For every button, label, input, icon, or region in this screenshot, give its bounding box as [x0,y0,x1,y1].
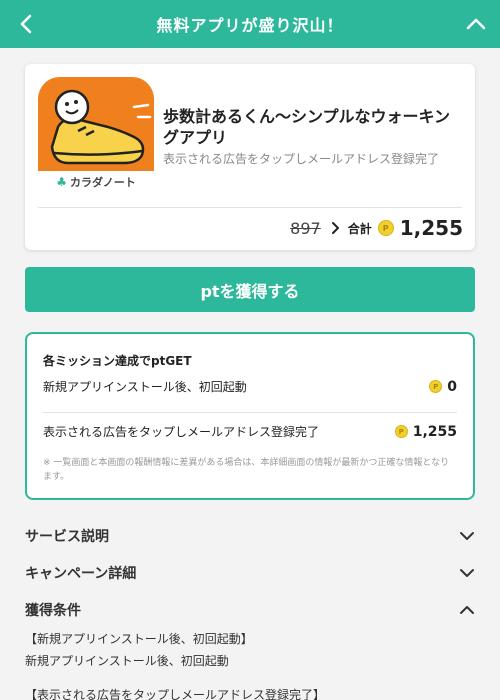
total-points: 1,255 [399,216,463,240]
old-points: 897 [290,218,321,238]
missions-note: ※ 一覧画面と本画面の報酬情報に差異がある場合は、本詳細画面の情報が最新かつ正確… [43,458,450,482]
app-icon[interactable]: ♣ カラダノート [38,77,154,193]
get-points-button[interactable]: ptを獲得する [25,267,475,312]
page-title: 無料アプリが盛り沢山！ [156,16,344,35]
section-service[interactable]: サービス説明 [25,524,475,548]
chevron-down-icon [460,569,474,577]
mission-row: 表示される広告をタップしメールアドレス登録完了 P 1,255 [43,423,457,440]
app-name: 歩数計あるくん〜シンプルなウォーキングアプリ [163,107,451,147]
chevron-up-icon [466,18,486,30]
mission-points-value: 0 [447,378,457,395]
mission-label: 新規アプリインストール後、初回起動 [43,380,247,394]
condition-heading: 【表示される広告をタップしメールアドレス登録完了】 [25,688,326,700]
section-label: 獲得条件 [25,603,81,619]
chevron-up-icon [460,606,474,614]
get-points-label: ptを獲得する [200,281,300,301]
brand-logo: ♣ カラダノート [38,171,154,193]
point-coin-icon: P [394,425,408,438]
chevron-down-icon [460,532,474,540]
missions-box: 各ミッション達成でptGET 新規アプリインストール後、初回起動 P 0 表示さ… [25,332,475,500]
divider [43,412,457,413]
header-bar: 無料アプリが盛り沢山！ [0,0,500,48]
app-subtitle: 表示される広告をタップしメールアドレス登録完了 [163,152,440,166]
chevron-left-icon [20,14,32,34]
section-campaign[interactable]: キャンペーン詳細 [25,561,475,585]
mission-points-value: 1,255 [412,423,457,440]
app-icon-illustration [38,77,154,171]
mission-points: P 0 [429,379,457,395]
app-card: ♣ カラダノート 歩数計あるくん〜シンプルなウォーキングアプリ 表示される広告を… [25,64,475,250]
divider [38,207,462,208]
missions-title: 各ミッション達成でptGET [43,354,192,368]
section-label: キャンペーン詳細 [25,566,137,582]
point-coin-icon: P [429,380,443,393]
points-summary: 897 合計 P 1,255 [290,216,463,240]
mission-label: 表示される広告をタップしメールアドレス登録完了 [43,425,320,439]
mission-points: P 1,255 [394,423,457,440]
total-label: 合計 [347,221,372,236]
chevron-right-icon [331,222,339,234]
mission-row: 新規アプリインストール後、初回起動 P 0 [43,378,457,395]
condition-text: 新規アプリインストール後、初回起動 [25,654,229,668]
clover-icon: ♣ [56,175,68,189]
section-label: サービス説明 [25,529,109,545]
section-conditions[interactable]: 獲得条件 [25,598,475,622]
condition-heading: 【新規アプリインストール後、初回起動】 [25,632,253,646]
brand-name: カラダノート [70,176,136,189]
back-button[interactable] [14,12,38,36]
point-coin-icon: P [377,220,394,236]
collapse-button[interactable] [464,12,488,36]
